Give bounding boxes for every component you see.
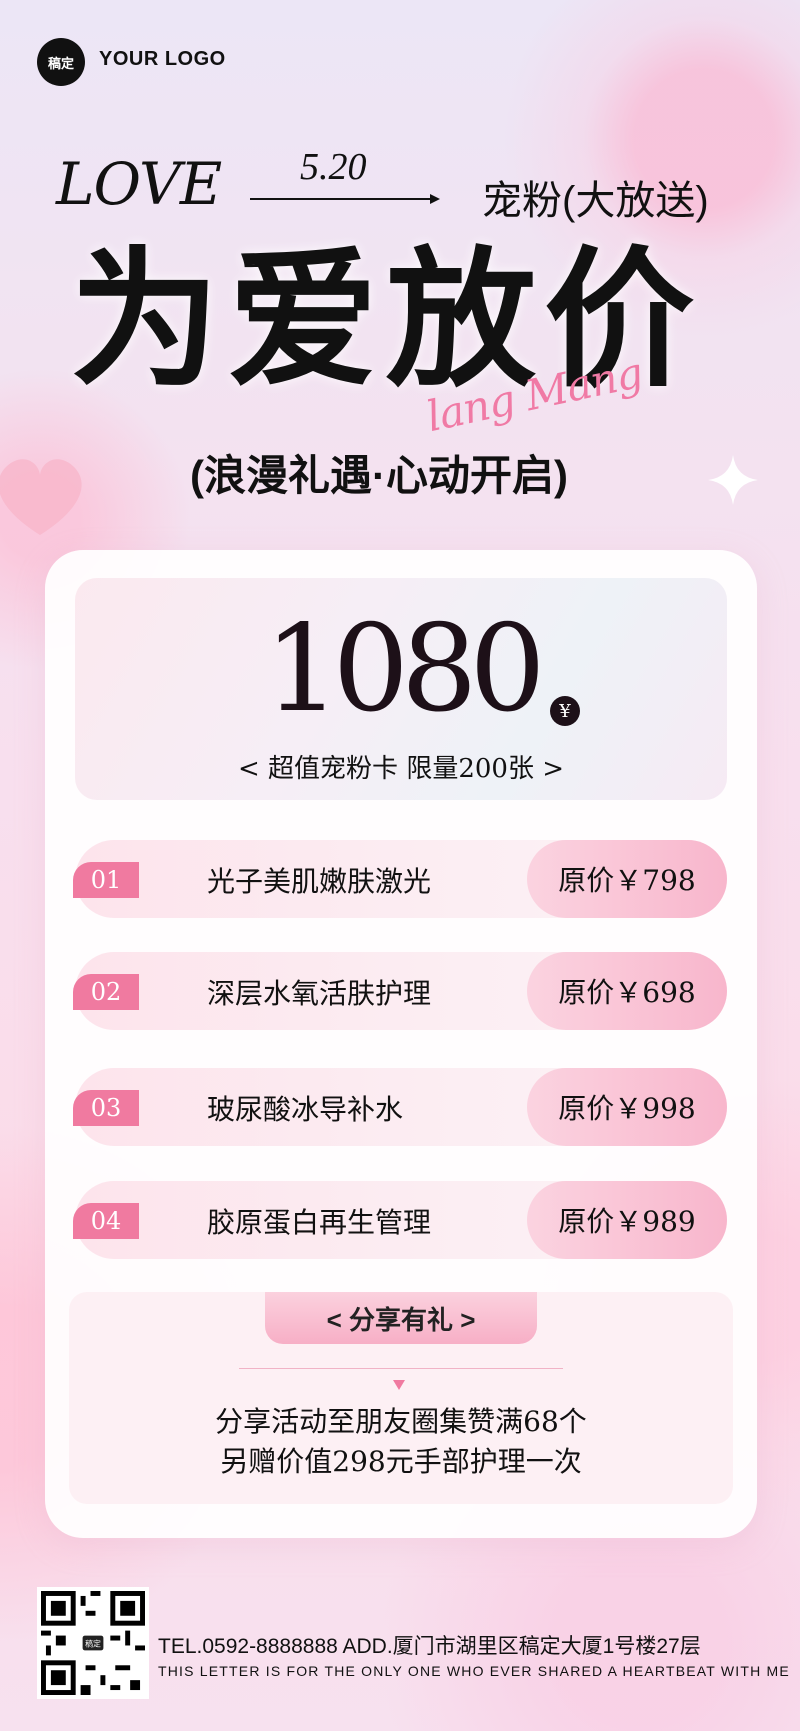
divider	[239, 1368, 563, 1369]
heart-icon	[0, 459, 82, 535]
sparkle-icon	[708, 455, 758, 505]
price-value: 1080	[264, 600, 545, 739]
share-line-2: 另赠价值298元手部护理一次	[220, 1445, 582, 1478]
item-number: 03	[73, 1090, 139, 1126]
currency-badge: ¥	[550, 696, 580, 726]
item-number: 01	[73, 862, 139, 898]
subtitle: (浪漫礼遇·心动开启)	[190, 452, 568, 499]
item-original-price: 原价￥698	[527, 952, 727, 1030]
qr-code-icon: 稿定	[41, 1591, 145, 1695]
qr-badge-text: 稿定	[85, 1638, 101, 1648]
item-name: 光子美肌嫩肤激光	[207, 865, 432, 898]
tagline: 宠粉(大放送)	[482, 179, 709, 223]
item-name: 深层水氧活肤护理	[207, 977, 432, 1010]
logo-text: YOUR LOGO	[99, 48, 226, 70]
triangle-down-icon	[393, 1380, 405, 1390]
item-original-price: 原价￥798	[527, 840, 727, 918]
logo-badge: 稿定	[37, 38, 85, 86]
contact-info: TEL.0592-8888888 ADD.厦门市湖里区稿定大厦1号楼27层	[158, 1635, 701, 1658]
share-title: < 分享有礼 >	[265, 1292, 537, 1344]
footer-slogan: THIS LETTER IS FOR THE ONLY ONE WHO EVER…	[158, 1663, 790, 1679]
list-item: 02 深层水氧活肤护理 原价￥698	[73, 952, 727, 1030]
item-original-price: 原价￥998	[527, 1068, 727, 1146]
share-line-1: 分享活动至朋友圈集赞满68个	[215, 1405, 587, 1438]
item-name: 胶原蛋白再生管理	[207, 1206, 432, 1239]
list-item: 03 玻尿酸冰导补水 原价￥998	[73, 1068, 727, 1146]
item-original-price: 原价￥989	[527, 1181, 727, 1259]
list-item: 01 光子美肌嫩肤激光 原价￥798	[73, 840, 727, 918]
item-number: 04	[73, 1203, 139, 1239]
offer-card: 1080 ¥ < 超值宠粉卡 限量200张 > 01 光子美肌嫩肤激光 原价￥7…	[45, 550, 757, 1538]
share-panel: < 分享有礼 > 分享活动至朋友圈集赞满68个 另赠价值298元手部护理一次	[69, 1292, 733, 1504]
list-item: 04 胶原蛋白再生管理 原价￥989	[73, 1181, 727, 1259]
item-name: 玻尿酸冰导补水	[207, 1093, 404, 1126]
arrow-right-icon	[250, 194, 440, 204]
price-panel: 1080 ¥ < 超值宠粉卡 限量200张 >	[75, 578, 727, 800]
love-title: LOVE	[56, 150, 222, 218]
item-number: 02	[73, 974, 139, 1010]
date-label: 5.20	[300, 146, 367, 188]
qr-code: 稿定	[37, 1587, 149, 1699]
price-description: < 超值宠粉卡 限量200张 >	[238, 754, 564, 784]
